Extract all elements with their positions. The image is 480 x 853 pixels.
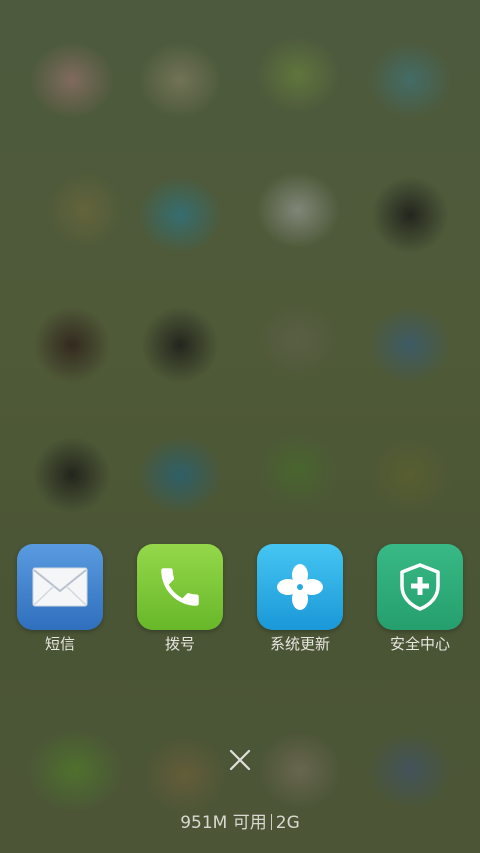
recent-app-security-center[interactable]: 安全中心: [368, 544, 472, 654]
shield-plus-icon[interactable]: [377, 544, 463, 630]
app-label: 短信: [44, 635, 75, 653]
mail-icon[interactable]: [17, 544, 103, 630]
app-label: 安全中心: [389, 635, 450, 653]
clear-recent-apps-button[interactable]: [224, 744, 256, 776]
clover-icon[interactable]: [257, 544, 343, 630]
memory-separator: [270, 814, 272, 830]
recent-app-system-update[interactable]: 系统更新: [248, 544, 352, 654]
blurred-home-screen-background: [0, 0, 480, 853]
close-icon: [229, 749, 251, 771]
memory-status: 951M 可用 2G: [0, 812, 480, 834]
app-label: 拨号: [164, 635, 195, 653]
recent-app-messages[interactable]: 短信: [8, 544, 112, 654]
app-label: 系统更新: [269, 635, 330, 653]
memory-available: 951M 可用: [180, 813, 267, 833]
phone-icon[interactable]: [137, 544, 223, 630]
memory-total: 2G: [275, 813, 300, 833]
recent-app-phone[interactable]: 拨号: [128, 544, 232, 654]
